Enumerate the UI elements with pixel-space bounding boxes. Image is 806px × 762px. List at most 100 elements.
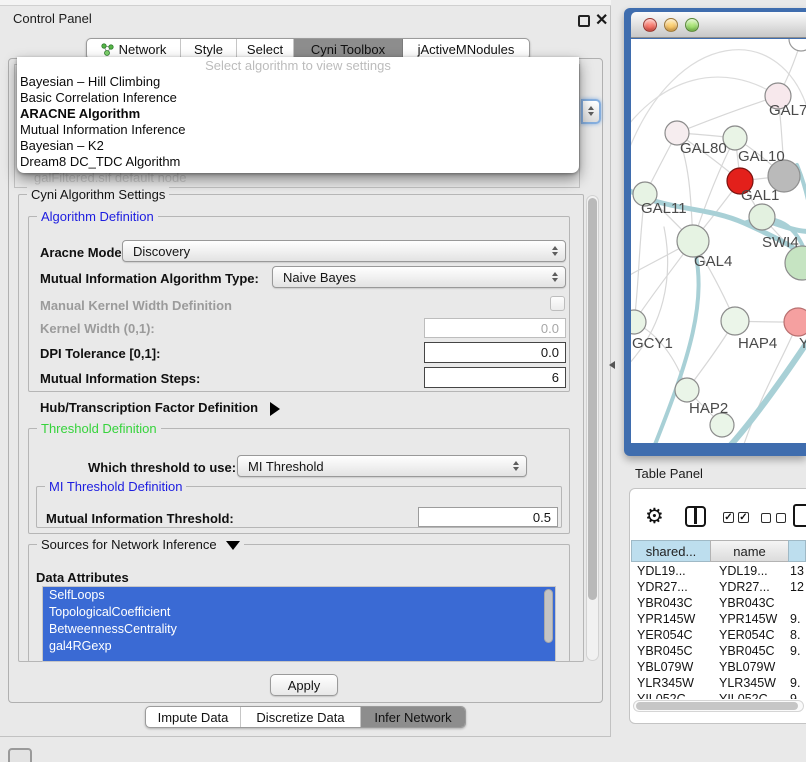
network-node-y[interactable] [784, 308, 806, 336]
hub-definition-toggle[interactable]: Hub/Transcription Factor Definition [40, 400, 280, 416]
table-row[interactable]: YER054CYER054C8. [631, 627, 806, 643]
node-label: GAL7 [769, 102, 806, 119]
table-cell: 12 [788, 580, 806, 594]
table-cell: YDR27... [710, 580, 788, 594]
data-attributes-label: Data Attributes [36, 570, 129, 585]
table-cell: YPR145W [631, 612, 710, 626]
attribute-list-item[interactable]: BetweennessCentrality [43, 621, 555, 638]
algorithm-option[interactable]: Bayesian – K2 [17, 138, 579, 154]
column-header-clipped[interactable] [788, 540, 806, 562]
document-icon[interactable] [793, 504, 806, 527]
table-cell: 9. [788, 612, 806, 626]
gear-icon[interactable]: ⚙ [645, 504, 664, 528]
combo-arrows-icon [552, 246, 558, 256]
table-row[interactable]: YBR043CYBR043C [631, 595, 806, 611]
network-canvas[interactable]: GAL7GAL80GAL10GAL1GAL11SWI4GAL4GCY1HAP4Y… [631, 39, 806, 443]
manual-kernel-checkbox[interactable] [550, 296, 565, 311]
table-row[interactable]: YDL19...YDL19...13 [631, 563, 806, 579]
checked-checkbox-icon[interactable]: ✓ [738, 512, 749, 523]
which-threshold-combo[interactable]: MI Threshold [237, 455, 527, 477]
attributes-scrollbar-thumb[interactable] [544, 589, 553, 643]
sources-group-title[interactable]: Sources for Network Inference [37, 537, 244, 552]
table-row[interactable]: YBL079WYBL079W [631, 659, 806, 675]
partial-bottom-icon[interactable] [8, 748, 32, 762]
attribute-list-item[interactable]: SelfLoops [43, 587, 555, 604]
tab-infer-network[interactable]: Infer Network [361, 707, 465, 727]
mi-type-combo[interactable]: Naive Bayes [272, 266, 566, 288]
node-label: GAL10 [738, 148, 785, 165]
network-node-hap4[interactable] [721, 307, 749, 335]
tab-discretize-data[interactable]: Discretize Data [241, 707, 361, 727]
algorithm-option[interactable]: Basic Correlation Inference [17, 90, 579, 106]
dpi-tolerance-field[interactable]: 0.0 [424, 342, 566, 363]
table-panel-title: Table Panel [635, 466, 703, 481]
network-node[interactable] [749, 204, 775, 230]
aracne-mode-combo[interactable]: Discovery [122, 240, 566, 262]
table-row[interactable]: YPR145WYPR145W9. [631, 611, 806, 627]
table-cell: YBR043C [710, 596, 788, 610]
tab-network[interactable]: Network [87, 39, 181, 59]
network-window-titlebar[interactable] [631, 12, 806, 38]
table-row[interactable]: YBR045CYBR045C9. [631, 643, 806, 659]
table-cell: 9. [788, 644, 806, 658]
table-cell: YIL052C [631, 692, 710, 699]
network-icon [101, 43, 114, 56]
node-label: HAP2 [689, 400, 728, 417]
column-header-name[interactable]: name [710, 540, 789, 562]
tab-impute-data[interactable]: Impute Data [146, 707, 241, 727]
unchecked-checkbox-icon[interactable] [776, 513, 786, 523]
apply-button[interactable]: Apply [270, 674, 338, 696]
table-scrollbar-thumb[interactable] [636, 702, 798, 710]
algorithm-option[interactable]: Bayesian – Hill Climbing [17, 74, 579, 90]
settings-scrollbar-thumb[interactable] [588, 198, 597, 600]
table-rows[interactable]: YDL19...YDL19...13YDR27...YDR27...12YBR0… [631, 563, 806, 699]
network-edge[interactable] [677, 96, 778, 133]
dropdown-placeholder: Select algorithm to view settings [17, 57, 579, 74]
mi-steps-field[interactable]: 6 [424, 367, 566, 388]
unchecked-checkbox-icon[interactable] [761, 513, 771, 523]
algorithm-combo-spinner[interactable] [581, 99, 601, 124]
node-label: GAL80 [680, 140, 727, 157]
table-cell: YBR045C [631, 644, 710, 658]
table-cell: YDL19... [631, 564, 710, 578]
close-icon[interactable]: ✕ [595, 10, 608, 30]
checked-checkbox-icon[interactable]: ✓ [723, 512, 734, 523]
node-label: GCY1 [632, 335, 673, 352]
node-label: GAL11 [641, 200, 687, 217]
splitter-grip-icon[interactable] [609, 361, 615, 369]
attribute-list-item[interactable]: TopologicalCoefficient [43, 604, 555, 621]
attribute-list-item[interactable] [43, 655, 555, 662]
float-window-icon[interactable] [578, 15, 590, 27]
mi-threshold-field[interactable]: 0.5 [418, 507, 558, 527]
table-cell: YLR345W [631, 676, 710, 690]
algorithm-option[interactable]: ARACNE Algorithm [17, 106, 579, 122]
network-node-hap2[interactable] [675, 378, 699, 402]
table-cell: 9. [788, 692, 806, 699]
collapsed-arrow-icon [270, 402, 280, 416]
kernel-width-field[interactable]: 0.0 [424, 318, 566, 338]
panel-top-strip [0, 0, 611, 6]
data-attributes-list[interactable]: SelfLoopsTopologicalCoefficientBetweenne… [42, 586, 556, 662]
network-node-gcy1[interactable] [631, 310, 646, 334]
settings-scrollbar[interactable] [586, 195, 599, 661]
attribute-list-item[interactable]: gal4RGexp [43, 638, 555, 655]
column-header-shared-name[interactable]: shared... [631, 540, 711, 562]
table-row[interactable]: YIL052CYIL052C9. [631, 691, 806, 699]
tab-select[interactable]: Select [237, 39, 294, 59]
algorithm-option[interactable]: Dream8 DC_TDC Algorithm [17, 154, 579, 170]
table-row[interactable]: YDR27...YDR27...12 [631, 579, 806, 595]
close-traffic-light-icon[interactable] [643, 18, 657, 32]
column-layout-icon[interactable] [685, 506, 706, 527]
tab-cyni-toolbox[interactable]: Cyni Toolbox [294, 39, 403, 59]
network-node-swi4[interactable] [785, 246, 806, 280]
table-cell: YDL19... [710, 564, 788, 578]
network-node[interactable] [789, 39, 806, 51]
minimize-traffic-light-icon[interactable] [664, 18, 678, 32]
table-cell: YLR345W [710, 676, 788, 690]
table-horizontal-scrollbar[interactable] [633, 700, 804, 712]
tab-jactivemnodules[interactable]: jActiveMNodules [403, 39, 529, 59]
tab-style[interactable]: Style [181, 39, 237, 59]
algorithm-option[interactable]: Mutual Information Inference [17, 122, 579, 138]
table-row[interactable]: YLR345WYLR345W9. [631, 675, 806, 691]
zoom-traffic-light-icon[interactable] [685, 18, 699, 32]
